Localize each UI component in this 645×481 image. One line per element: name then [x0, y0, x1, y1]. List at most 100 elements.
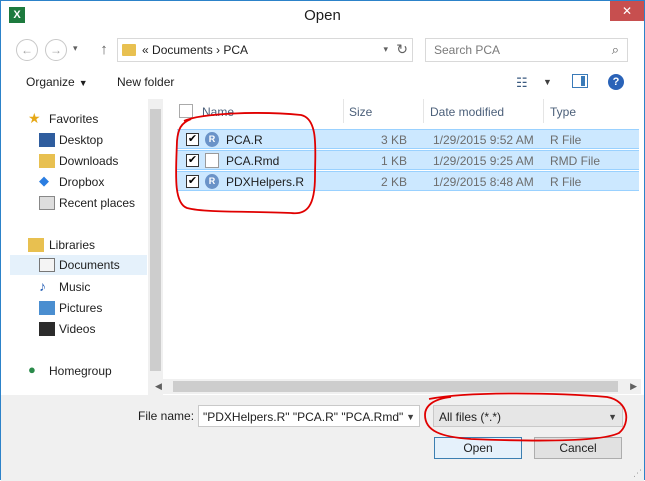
file-date: 1/29/2015 9:25 AM	[433, 154, 534, 168]
desktop-icon	[39, 133, 55, 147]
file-name-value[interactable]: "PDXHelpers.R" "PCA.R" "PCA.Rmd"	[203, 410, 403, 424]
file-type-filter-value: All files (*.*)	[439, 410, 502, 424]
file-list: Name Size Date modified Type ✔ R PCA.R 3…	[171, 99, 639, 379]
folder-icon	[122, 44, 136, 56]
sidebar-label: Desktop	[59, 133, 104, 147]
file-type-filter[interactable]: All files (*.*) ▼	[433, 405, 623, 427]
sidebar-item-dropbox[interactable]: ◆ Dropbox	[10, 172, 147, 192]
sidebar-item-favorites[interactable]: ★ Favorites	[10, 109, 147, 129]
sidebar-scroll-thumb[interactable]	[150, 109, 161, 371]
sidebar-label: Music	[59, 280, 91, 294]
cancel-button[interactable]: Cancel	[534, 437, 622, 459]
videos-icon	[39, 322, 55, 336]
sidebar-label: Dropbox	[59, 175, 105, 189]
view-dropdown-icon[interactable]: ▼	[543, 77, 552, 87]
music-icon: ♪	[39, 278, 46, 294]
column-header-date[interactable]: Date modified	[430, 105, 504, 129]
file-date: 1/29/2015 9:52 AM	[433, 133, 534, 147]
address-crumbs[interactable]: Documents › PCA	[152, 43, 248, 57]
address-history-icon[interactable]: ▾	[383, 44, 388, 55]
help-icon[interactable]: ?	[608, 74, 624, 90]
row-checkbox[interactable]: ✔	[186, 175, 199, 188]
file-row[interactable]: ✔ R PCA.R 3 KB 1/29/2015 9:52 AM R File	[177, 129, 639, 149]
sidebar-item-recent-places[interactable]: Recent places	[10, 193, 147, 213]
chevron-down-icon: ▼	[78, 78, 88, 88]
file-row[interactable]: ✔ R PDXHelpers.R 2 KB 1/29/2015 8:48 AM …	[177, 171, 639, 191]
preview-pane-icon[interactable]	[572, 74, 588, 88]
file-name-label: File name:	[138, 409, 195, 423]
open-button[interactable]: Open	[434, 437, 522, 459]
sidebar-label: Pictures	[59, 301, 103, 315]
address-bar[interactable]: « Documents › PCA ▾ ↻	[117, 38, 413, 62]
column-divider[interactable]	[343, 99, 344, 123]
sidebar-label: Videos	[59, 322, 96, 336]
row-checkbox[interactable]: ✔	[186, 154, 199, 167]
column-header-name[interactable]: Name	[202, 105, 234, 129]
address-prefix: «	[142, 43, 149, 57]
open-dialog: X Open ✕ ← → ▾ ↑ « Documents › PCA ▾ ↻ S…	[0, 0, 645, 481]
r-file-icon: R	[205, 174, 219, 189]
resize-grip-icon[interactable]: ⋰	[633, 468, 642, 479]
recent-locations-icon[interactable]: ▾	[73, 43, 78, 54]
chevron-down-icon[interactable]: ▼	[608, 412, 617, 422]
file-type: R File	[550, 175, 582, 189]
star-icon: ★	[28, 110, 41, 126]
scroll-right-icon[interactable]: ▶	[630, 381, 637, 392]
row-checkbox[interactable]: ✔	[186, 133, 199, 146]
select-all-checkbox[interactable]	[179, 104, 193, 118]
document-icon	[205, 153, 219, 168]
command-bar: Organize ▼ New folder ☷ ▼ ?	[2, 71, 643, 95]
file-name-field[interactable]: "PDXHelpers.R" "PCA.R" "PCA.Rmd" ▼	[198, 405, 420, 427]
file-type: RMD File	[550, 154, 600, 168]
organize-button[interactable]: Organize ▼	[26, 75, 88, 89]
column-divider[interactable]	[423, 99, 424, 123]
horizontal-scroll-thumb[interactable]	[173, 381, 618, 392]
search-icon[interactable]: ⌕	[612, 42, 619, 58]
horizontal-scrollbar[interactable]: ◀ ▶	[151, 379, 641, 394]
dialog-title: Open	[304, 7, 341, 24]
sidebar-item-documents[interactable]: Documents	[10, 255, 147, 275]
file-name: PCA.R	[226, 133, 263, 147]
sidebar-item-desktop[interactable]: Desktop	[10, 130, 147, 150]
search-input[interactable]: Search PCA	[434, 43, 500, 57]
sidebar-item-homegroup[interactable]: ● Homegroup	[10, 361, 147, 381]
view-options-icon[interactable]: ☷	[516, 75, 528, 91]
address-path[interactable]: « Documents › PCA	[142, 43, 248, 57]
search-box[interactable]: Search PCA ⌕	[425, 38, 628, 62]
scroll-left-icon[interactable]: ◀	[155, 381, 162, 392]
file-size: 2 KB	[380, 175, 407, 189]
pictures-icon	[39, 301, 55, 315]
new-folder-button[interactable]: New folder	[117, 75, 174, 89]
up-folder-button[interactable]: ↑	[95, 39, 113, 61]
forward-button[interactable]: →	[45, 39, 67, 61]
chevron-down-icon[interactable]: ▼	[406, 412, 415, 422]
column-header-size[interactable]: Size	[349, 105, 372, 129]
homegroup-icon: ●	[28, 362, 36, 377]
dropbox-icon: ◆	[39, 173, 49, 188]
refresh-icon[interactable]: ↻	[396, 41, 408, 58]
sidebar-item-libraries[interactable]: Libraries	[10, 235, 147, 255]
file-name: PDXHelpers.R	[226, 175, 305, 189]
sidebar-label: Downloads	[59, 154, 119, 168]
sidebar-scrollbar[interactable]: ▼	[148, 99, 163, 395]
libraries-icon	[28, 238, 44, 252]
file-row[interactable]: ✔ PCA.Rmd 1 KB 1/29/2015 9:25 AM RMD Fil…	[177, 150, 639, 170]
sidebar-label: Homegroup	[49, 364, 112, 378]
sidebar-label: Documents	[59, 258, 120, 272]
downloads-icon	[39, 154, 55, 168]
file-type: R File	[550, 133, 582, 147]
close-button[interactable]: ✕	[610, 1, 644, 21]
back-button[interactable]: ←	[16, 39, 38, 61]
column-divider[interactable]	[543, 99, 544, 123]
column-header-type[interactable]: Type	[550, 105, 576, 129]
sidebar-item-pictures[interactable]: Pictures	[10, 298, 147, 318]
r-file-icon: R	[205, 132, 219, 147]
sidebar-item-videos[interactable]: Videos	[10, 319, 147, 339]
dialog-footer: File name: "PDXHelpers.R" "PCA.R" "PCA.R…	[1, 395, 644, 481]
sidebar-label: Favorites	[49, 112, 99, 126]
sidebar-item-music[interactable]: ♪ Music	[10, 277, 147, 297]
recent-places-icon	[39, 196, 55, 210]
sidebar-label: Recent places	[59, 196, 136, 210]
sidebar-item-downloads[interactable]: Downloads	[10, 151, 147, 171]
title-bar: X Open ✕	[1, 1, 644, 31]
